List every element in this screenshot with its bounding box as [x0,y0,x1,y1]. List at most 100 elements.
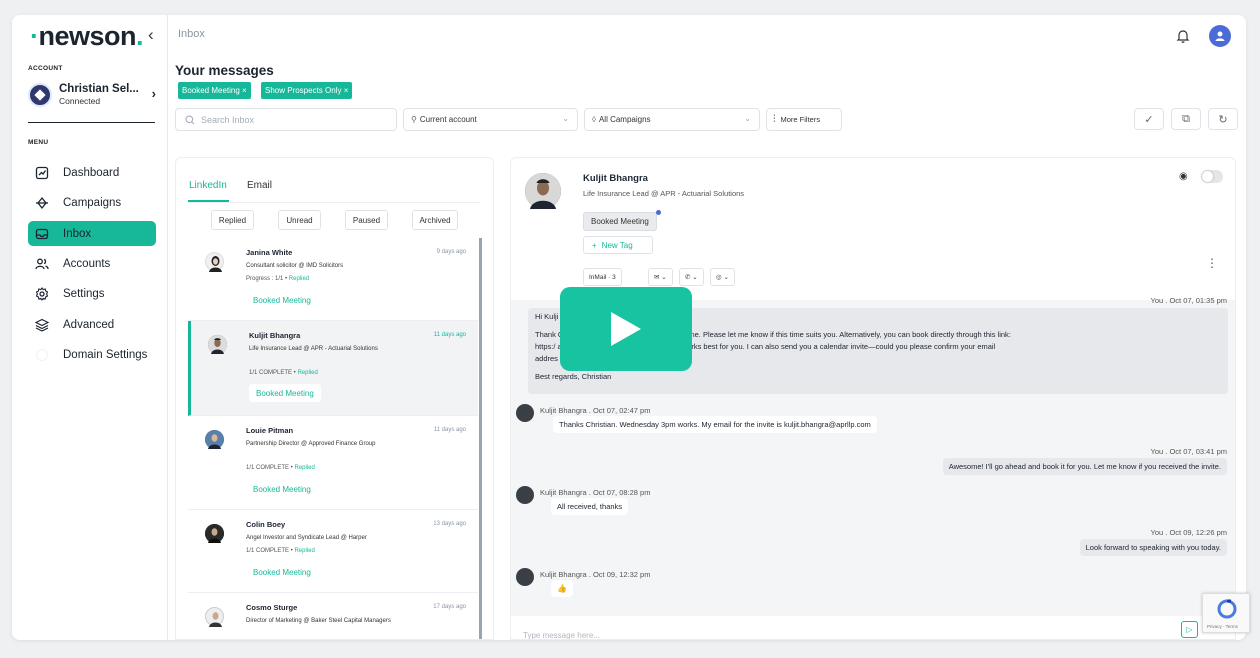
bell-icon[interactable] [1174,27,1192,45]
filter-chip-booked-meeting[interactable]: Booked Meeting × [178,82,251,99]
contact-role: Partnership Director @ Approved Finance … [246,441,376,447]
compose-input[interactable]: Type message here... [523,631,600,639]
sidebar-item-label: Dashboard [63,166,120,179]
globe-icon: ◎ ⌄ [716,274,729,281]
inmail-label: InMail · 3 [589,273,616,281]
search-icon [185,114,195,124]
recaptcha-badge[interactable]: Privacy - Terms [1202,593,1250,633]
sidebar-item-label: Campaigns [63,196,122,209]
account-select[interactable]: ⚲ Current account ⌄ [403,108,578,131]
play-icon [611,312,641,346]
tag-badge[interactable]: Booked Meeting [583,212,657,231]
filter-replied-button[interactable]: Replied [211,210,254,230]
new-tag-button[interactable]: + New Tag [583,236,653,254]
contact-avatar [516,486,534,504]
sidebar-item-accounts[interactable]: Accounts [28,251,156,276]
campaign-icon: ◊ [592,115,596,124]
play-button[interactable] [560,287,692,371]
tag-badge[interactable]: Booked Meeting [246,291,318,309]
search-input[interactable]: Search Inbox [175,108,397,131]
account-status: Connected [59,96,101,106]
channel-inmail-select[interactable]: InMail · 3 [583,268,622,286]
list-item[interactable]: Cosmo Sturge 17 days ago Director of Mar… [188,593,478,639]
message-meta: You . Oct 09, 12:26 pm [1150,528,1227,537]
sidebar-item-settings[interactable]: Settings [28,281,156,306]
avatar [205,252,224,272]
page-title: Your messages [175,63,274,78]
conversation-time: 13 days ago [433,521,466,527]
export-button[interactable]: ⧉ [1171,108,1201,130]
conversation-time: 11 days ago [433,332,466,338]
tab-divider [188,202,480,203]
sidebar-item-label: Settings [63,287,105,300]
refresh-button[interactable]: ↻ [1208,108,1238,130]
sidebar-item-domain-settings[interactable]: Domain Settings [28,342,156,367]
contact-avatar [516,568,534,586]
sidebar-item-inbox[interactable]: Inbox [28,221,156,246]
channel-other-select[interactable]: ◎ ⌄ [710,268,735,286]
tag-badge[interactable]: Booked Meeting [246,563,318,581]
conversation-time: 9 days ago [436,249,466,255]
visibility-toggle[interactable] [1201,170,1223,183]
message-bubble-received: All received, thanks [551,498,629,515]
filter-unread-button[interactable]: Unread [278,210,321,230]
channel-phone-select[interactable]: ✆ ⌄ [679,268,704,286]
message-meta: You . Oct 07, 03:41 pm [1150,447,1227,456]
check-icon: ✓ [1144,113,1154,126]
list-item-selected[interactable]: Kuljit Bhangra 11 days ago Life Insuranc… [188,321,478,416]
message-meta: Kuljit Bhangra . Oct 09, 12:32 pm [540,570,651,579]
avatar [208,335,227,354]
list-item[interactable]: Louie Pitman 11 days ago Partnership Dir… [188,416,478,510]
message-meta: Kuljit Bhangra . Oct 07, 08:28 pm [540,488,651,497]
contact-role: Angel Investor and Syndicate Lead @ Harp… [246,535,367,541]
list-scrollbar-thumb[interactable] [479,238,482,639]
account-name: Christian Sel... [59,83,139,95]
progress-status: Progress : 1/1 • Replied [246,276,310,282]
conversation-panel: Kuljit Bhangra Life Insurance Lead @ APR… [510,157,1236,640]
contact-name: Kuljit Bhangra [249,331,301,340]
mark-done-button[interactable]: ✓ [1134,108,1164,130]
message-bubble-sent: Awesome! I'll go ahead and book it for y… [942,458,1227,475]
collapse-sidebar-icon[interactable]: ‹ [148,25,154,45]
filter-archived-button[interactable]: Archived [412,210,458,230]
eye-icon[interactable]: ◉ [1179,171,1188,182]
avatar [205,430,224,449]
tag-badge[interactable]: Booked Meeting [249,384,321,402]
brand-logo[interactable]: ·newson. [30,21,144,52]
inbox-icon [35,227,49,241]
conversation-time: 11 days ago [433,427,466,433]
channel-email-select[interactable]: ✉ ⌄ [648,268,673,286]
tag-badge[interactable]: Booked Meeting [246,480,318,498]
contact-avatar [516,404,534,422]
breadcrumb: Inbox [178,28,205,40]
menu-section-label: MENU [28,139,49,146]
message-bubble-received: 👍 [551,580,573,597]
sidebar-item-dashboard[interactable]: Dashboard [28,160,156,185]
chevron-right-icon: › [151,86,156,101]
send-icon: ▷ [1186,625,1193,634]
progress-status: 1/1 COMPLETE • Replied [246,548,315,554]
send-button[interactable]: ▷ [1181,621,1198,638]
sidebar-item-label: Inbox [63,227,92,240]
avatar [205,607,224,627]
email-icon: ✉ ⌄ [654,274,667,281]
account-switcher[interactable]: Christian Sel... Connected › [28,82,156,110]
tab-email[interactable]: Email [247,180,272,191]
contact-name: Janina White [246,248,293,257]
campaign-select-value: All Campaigns [598,115,651,124]
campaign-select[interactable]: ◊ All Campaigns ⌄ [584,108,760,131]
more-filters-button[interactable]: ⫶ More Filters [766,108,842,131]
refresh-icon: ↻ [1218,113,1228,126]
contact-role: Consultant solicitor @ IMD Solicitors [246,263,344,269]
progress-status: 1/1 COMPLETE • Replied [249,370,318,376]
filter-chip-prospects-only[interactable]: Show Prospects Only × [261,82,353,99]
remove-tag-icon[interactable] [656,210,661,215]
user-avatar[interactable] [1209,25,1231,47]
list-item[interactable]: Janina White 9 days ago Consultant solic… [188,238,478,321]
more-options-icon[interactable]: ⋮ [1206,256,1218,270]
filter-paused-button[interactable]: Paused [345,210,388,230]
list-item[interactable]: Colin Boey 13 days ago Angel Investor an… [188,510,478,593]
sidebar-item-campaigns[interactable]: Campaigns [28,190,156,215]
sidebar-item-advanced[interactable]: Advanced [28,312,156,337]
tab-linkedin[interactable]: LinkedIn [189,180,227,191]
